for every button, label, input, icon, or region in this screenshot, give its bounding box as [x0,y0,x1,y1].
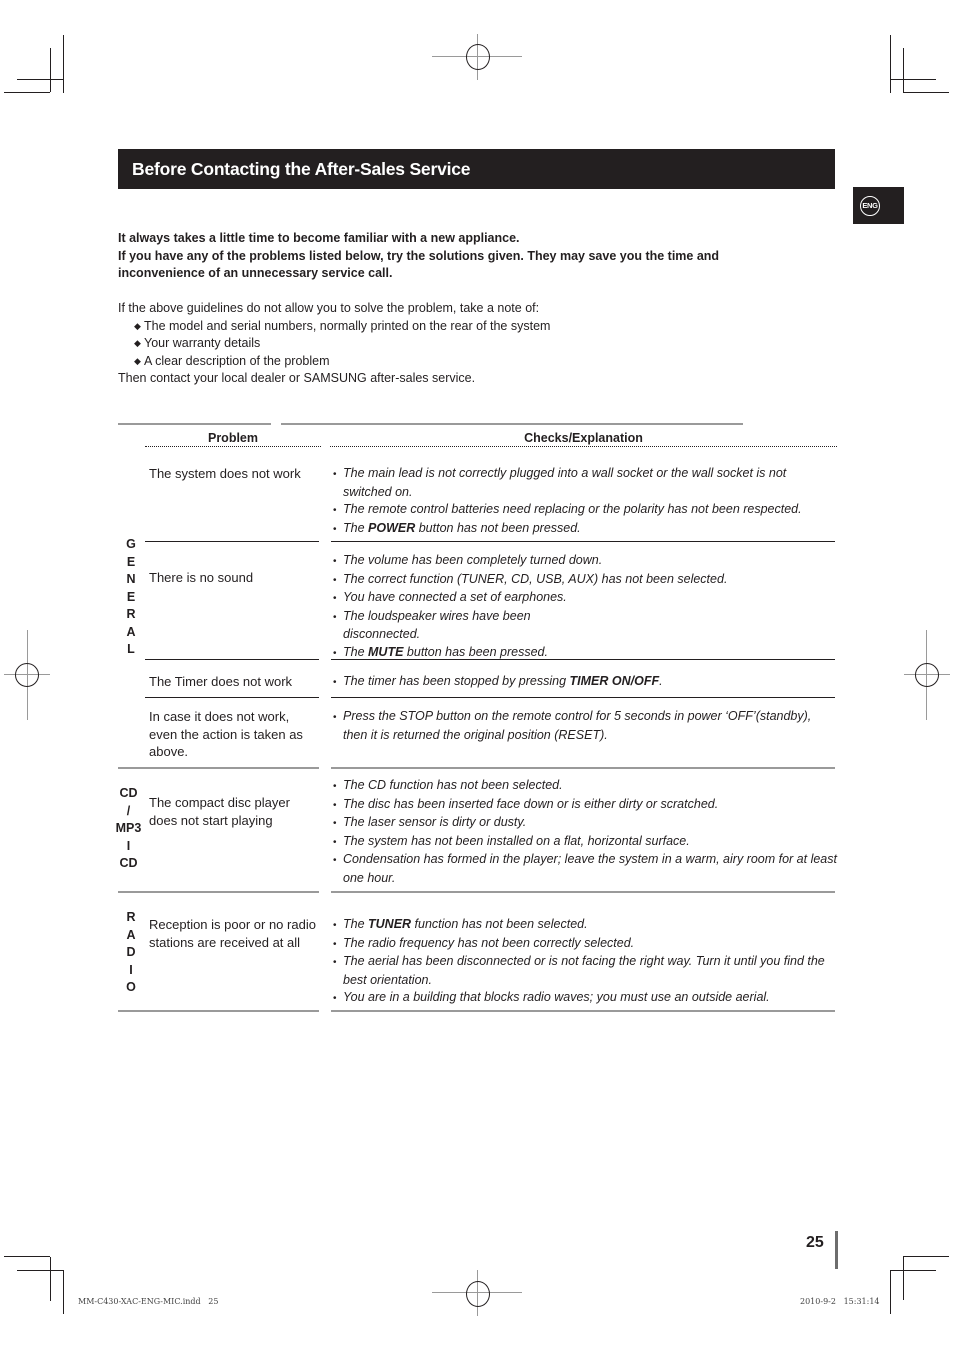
problem-cell: The system does not work [149,466,301,481]
diamond-bullet-icon: ◆ [134,320,141,331]
intro-bold-line: It always takes a little time to become … [118,231,520,245]
intro-bold-line: inconvenience of an unnecessary service … [118,266,393,280]
language-tab: ENG [853,187,904,224]
note-item: ◆ Your warranty details [118,335,818,353]
closing-text: Then contact your local dealer or SAMSUN… [118,371,476,385]
checks-cell: The volume has been completely turned do… [333,552,727,662]
header-dotted-rule [330,446,837,447]
header-problem: Problem [207,431,258,445]
row-divider [145,659,319,661]
checks-cell: The CD function has not been selected. T… [333,777,838,887]
row-divider [145,541,319,543]
note-item: ◆ The model and serial numbers, normally … [118,318,818,336]
row-divider [145,697,319,699]
category-cd-mp3: CD / MP3 I CD [115,786,142,870]
row-divider [331,659,835,661]
page-number-bar [835,1231,838,1269]
section-title-bar: Before Contacting the After-Sales Servic… [118,149,835,189]
check-item: The volume has been completely turned do… [333,552,602,571]
checks-cell: The timer has been stopped by pressing T… [333,673,838,692]
page-title: Before Contacting the After-Sales Servic… [132,159,471,179]
check-item: Press the STOP button on the remote cont… [333,708,838,744]
check-item: The CD function has not been selected. [333,777,838,796]
checks-cell: The TUNER function has not been selected… [333,916,838,1008]
check-item: The correct function (TUNER, CD, USB, AU… [333,571,727,590]
check-item: The main lead is not correctly plugged i… [333,465,838,501]
check-item: The timer has been stopped by pressing T… [333,673,838,692]
category-general: GENERAL [126,537,136,656]
language-badge: ENG [860,196,880,216]
header-checks: Checks/Explanation [524,431,643,445]
check-item: You have connected a set of earphones. [333,589,573,608]
table-bottom-rule [331,1010,835,1012]
section-divider [118,891,319,893]
table-bottom-rule [118,1010,319,1012]
diamond-bullet-icon: ◆ [134,355,141,366]
check-item: The disc has been inserted face down or … [333,796,838,815]
diamond-bullet-icon: ◆ [134,338,141,348]
note-lead: If the above guidelines do not allow you… [118,301,540,315]
problem-cell: Reception is poor or no radio stations a… [149,917,316,950]
problem-cell: In case it does not work, even the actio… [149,709,303,759]
table-top-rule [118,423,271,425]
print-slug-date: 2010-9-2 15:31:14 [800,1297,880,1306]
page-number: 25 [806,1234,824,1251]
category-radio: RADIO [126,910,136,994]
intro-text: It always takes a little time to become … [118,230,818,388]
row-divider [331,697,835,699]
check-item: The loudspeaker wires have been disconne… [333,608,573,644]
problem-cell: There is no sound [149,570,254,585]
check-item: The radio frequency has not been correct… [333,935,838,954]
table-top-rule [281,423,743,425]
problem-cell: The Timer does not work [149,674,293,689]
row-divider [331,541,835,543]
note-item: ◆ A clear description of the problem [118,353,818,371]
checks-cell: Press the STOP button on the remote cont… [333,708,838,744]
section-divider [118,767,319,769]
header-dotted-rule [145,446,321,447]
section-divider [331,891,835,893]
check-item: The TUNER function has not been selected… [333,916,838,935]
check-item: The remote control batteries need replac… [333,501,838,520]
check-item: The POWER button has not been pressed. [333,520,838,539]
checks-cell: The main lead is not correctly plugged i… [333,465,838,538]
check-item: The system has not been installed on a f… [333,833,838,852]
check-item: You are in a building that blocks radio … [333,989,838,1008]
check-item: The laser sensor is dirty or dusty. [333,814,838,833]
intro-bold-line: If you have any of the problems listed b… [118,248,720,263]
check-item: Condensation has formed in the player; l… [333,851,838,887]
problem-cell: The compact disc player does not start p… [149,795,290,828]
section-divider [331,767,835,769]
print-slug-file: MM-C430-XAC-ENG-MIC.indd 25 [78,1297,219,1306]
check-item: The aerial has been disconnected or is n… [333,953,838,989]
